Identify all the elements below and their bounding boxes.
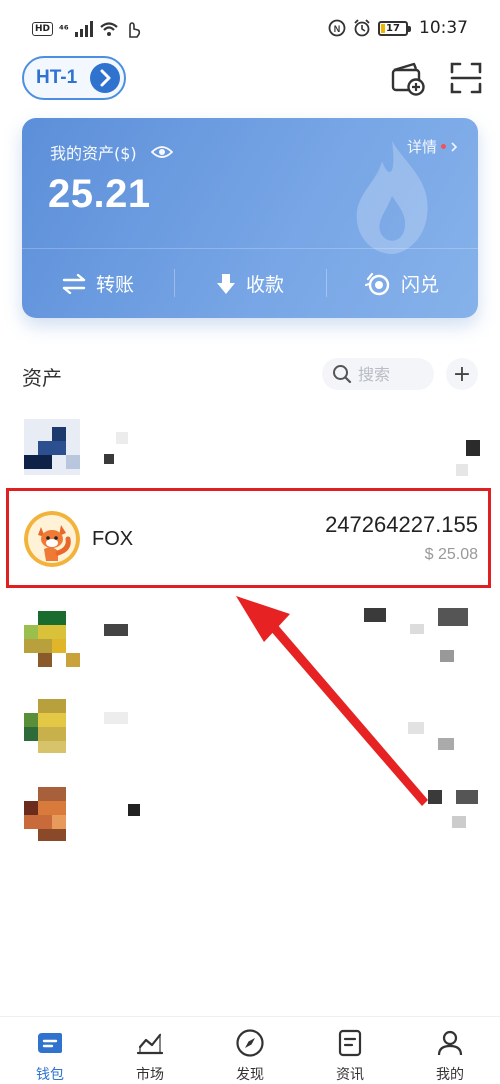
transfer-button[interactable]: 转账 bbox=[22, 249, 174, 318]
hd-badge: HD bbox=[32, 22, 54, 36]
token-name-redacted bbox=[116, 432, 128, 444]
token-icon bbox=[24, 611, 80, 667]
bottom-nav: 钱包 市场 发现 资讯 我的 bbox=[0, 1016, 500, 1084]
battery-level: 17 bbox=[386, 22, 400, 34]
annotation-highlight-box bbox=[6, 488, 491, 588]
asset-search[interactable] bbox=[322, 358, 434, 390]
nfc-icon: N bbox=[328, 19, 346, 37]
clock: 10:37 bbox=[419, 18, 468, 38]
token-balance-redacted bbox=[410, 624, 424, 634]
network-type: ⁴⁶ bbox=[59, 22, 69, 36]
token-row[interactable] bbox=[0, 770, 500, 860]
detail-label: 详情 bbox=[406, 138, 437, 156]
token-value-redacted bbox=[438, 738, 454, 750]
chevron-right-icon bbox=[90, 63, 120, 93]
chevron-right-icon bbox=[451, 141, 458, 152]
card-title: 我的资产($) bbox=[50, 140, 173, 164]
assets-title: 资产 bbox=[22, 366, 62, 390]
token-balance-redacted bbox=[466, 440, 480, 456]
total-assets-value: 25.21 bbox=[48, 172, 151, 216]
swap-icon bbox=[364, 272, 390, 295]
compass-icon bbox=[236, 1029, 264, 1057]
signal-icon bbox=[74, 21, 93, 37]
network-label: HT-1 bbox=[36, 67, 78, 88]
nav-wallet-label: 钱包 bbox=[36, 1067, 64, 1083]
svg-text:N: N bbox=[334, 24, 341, 34]
asset-card: 我的资产($) 详情 25.21 转账 收款 闪兑 bbox=[22, 118, 478, 318]
token-balance-redacted bbox=[438, 608, 468, 626]
receive-label: 收款 bbox=[245, 274, 284, 296]
nav-market[interactable]: 市场 bbox=[100, 1017, 200, 1084]
news-icon bbox=[338, 1029, 362, 1057]
token-balance-redacted bbox=[456, 790, 478, 804]
token-name-redacted bbox=[104, 624, 128, 636]
nav-market-label: 市场 bbox=[136, 1067, 164, 1083]
wallet-icon bbox=[38, 1033, 62, 1053]
token-icon bbox=[24, 419, 80, 475]
status-right: N 17 10:37 bbox=[328, 18, 468, 38]
receive-button[interactable]: 收款 bbox=[174, 249, 326, 318]
token-icon bbox=[24, 699, 80, 755]
token-name-redacted bbox=[104, 454, 114, 464]
token-balance-redacted bbox=[408, 722, 424, 734]
token-balance-redacted bbox=[364, 608, 386, 622]
status-bar: HD ⁴⁶ N 17 10:37 bbox=[0, 0, 500, 56]
gesture-icon bbox=[128, 22, 140, 38]
wifi-icon bbox=[99, 22, 118, 36]
token-value-redacted bbox=[440, 650, 454, 662]
battery-icon: 17 bbox=[378, 20, 411, 36]
nav-profile-label: 我的 bbox=[436, 1067, 464, 1083]
swap-label: 闪兑 bbox=[400, 274, 439, 296]
search-input[interactable] bbox=[358, 364, 428, 384]
detail-link[interactable]: 详情 bbox=[407, 136, 458, 157]
nav-discover[interactable]: 发现 bbox=[200, 1017, 300, 1084]
eye-icon[interactable] bbox=[150, 145, 173, 159]
alarm-icon bbox=[354, 19, 370, 37]
token-icon bbox=[24, 787, 80, 843]
transfer-label: 转账 bbox=[95, 274, 134, 296]
network-switcher[interactable]: HT-1 bbox=[22, 56, 126, 100]
token-value-redacted bbox=[452, 816, 466, 828]
scan-icon[interactable] bbox=[448, 60, 484, 96]
wallet-add-icon[interactable] bbox=[390, 60, 426, 96]
status-left: HD ⁴⁶ bbox=[32, 20, 141, 38]
token-row[interactable] bbox=[0, 402, 500, 492]
notification-dot bbox=[441, 144, 446, 149]
total-assets-label: 我的资产($) bbox=[50, 144, 137, 163]
token-row[interactable] bbox=[0, 682, 500, 772]
swap-button[interactable]: 闪兑 bbox=[326, 249, 478, 318]
nav-discover-label: 发现 bbox=[236, 1067, 264, 1083]
receive-icon bbox=[216, 273, 235, 294]
profile-icon bbox=[437, 1030, 463, 1056]
nav-wallet[interactable]: 钱包 bbox=[0, 1017, 100, 1084]
token-name-redacted bbox=[128, 804, 140, 816]
search-icon bbox=[333, 365, 352, 384]
nav-profile[interactable]: 我的 bbox=[400, 1017, 500, 1084]
token-balance-redacted bbox=[428, 790, 442, 804]
transfer-icon bbox=[62, 273, 86, 294]
add-asset-button[interactable]: + bbox=[446, 358, 478, 390]
market-icon bbox=[136, 1033, 164, 1055]
nav-news-label: 资讯 bbox=[336, 1067, 364, 1083]
token-row[interactable] bbox=[0, 594, 500, 684]
card-actions: 转账 收款 闪兑 bbox=[22, 248, 478, 318]
token-value-redacted bbox=[456, 464, 468, 476]
nav-news[interactable]: 资讯 bbox=[300, 1017, 400, 1084]
token-name-redacted bbox=[104, 712, 128, 724]
